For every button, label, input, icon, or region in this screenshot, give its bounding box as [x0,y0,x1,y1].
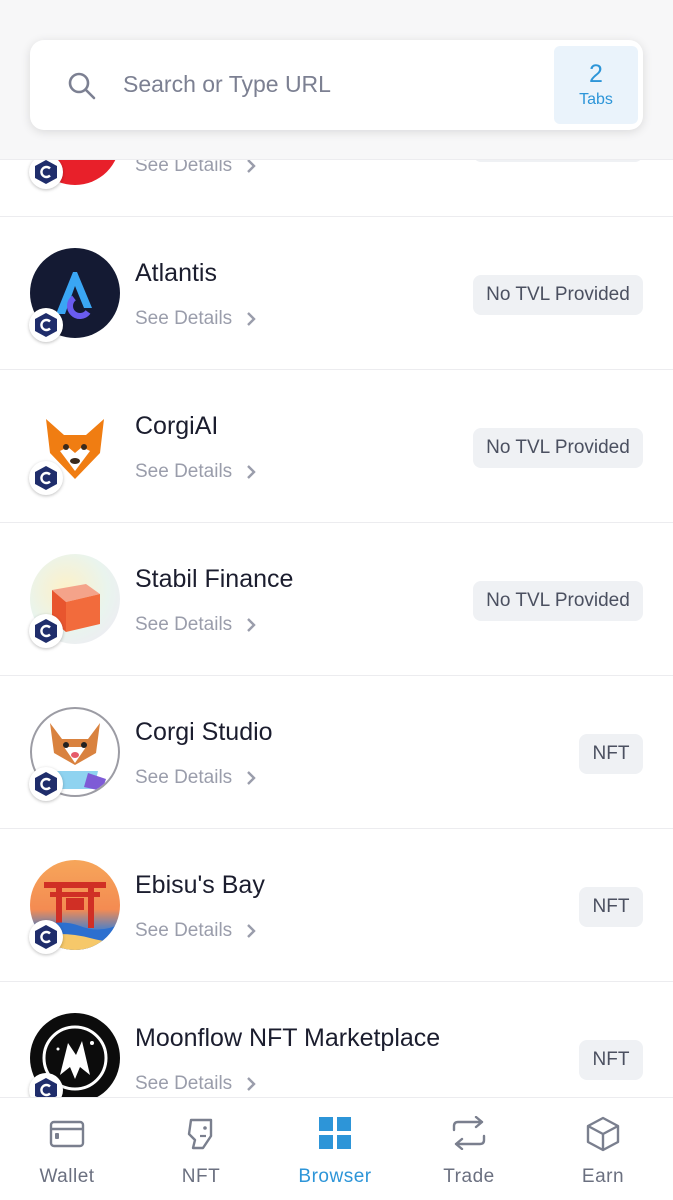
cronos-chain-icon [29,308,63,342]
dapp-name: Atlantis [135,259,217,287]
dapp-name: CorgiAI [135,412,219,440]
grid-icon [319,1117,351,1149]
header: Search or Type URL 2 Tabs [0,0,673,160]
list-item[interactable]: Atlantis See Details No TVL Provided [0,217,673,370]
cronos-chain-icon [29,461,63,495]
chevron-right-icon [247,159,256,173]
dapp-list: See Details Atlantis See Details No TVL … [0,0,673,1200]
see-details-link[interactable]: See Details [135,767,258,789]
search-bar[interactable] [30,40,643,130]
nav-earn[interactable]: Earn [536,1098,670,1200]
chevron-right-icon [247,465,256,479]
list-item[interactable]: Stabil Finance See Details No TVL Provid… [0,523,673,676]
cube-icon [586,1116,620,1152]
category-badge: NFT [579,734,643,774]
search-icon [68,72,96,100]
tabs-button[interactable]: 2 Tabs [554,46,638,124]
dapp-name: Stabil Finance [135,565,294,593]
see-details-link[interactable]: See Details [135,461,258,483]
cronos-chain-icon [29,614,63,648]
chevron-right-icon [247,924,256,938]
dapp-name: Corgi Studio [135,718,273,746]
nav-trade[interactable]: Trade [402,1098,536,1200]
see-details-link[interactable]: See Details [135,614,258,636]
tvl-badge: No TVL Provided [473,581,643,621]
nav-wallet[interactable]: Wallet [0,1098,134,1200]
chevron-right-icon [247,771,256,785]
category-badge: NFT [579,1040,643,1080]
list-item[interactable]: Ebisu's Bay See Details NFT [0,829,673,982]
dapp-name: Moonflow NFT Marketplace [135,1024,441,1052]
tvl-badge: No TVL Provided [473,275,643,315]
category-badge: NFT [579,887,643,927]
nav-browser[interactable]: Browser [268,1098,402,1200]
chevron-right-icon [247,1077,256,1091]
list-item[interactable]: Corgi Studio See Details NFT [0,676,673,829]
tabs-count: 2 [589,60,603,88]
swap-arrows-icon [452,1116,486,1150]
cronos-chain-icon [29,767,63,801]
wallet-icon [49,1120,85,1148]
chevron-right-icon [247,312,256,326]
see-details-link[interactable]: See Details [135,920,258,942]
list-item[interactable]: CorgiAI See Details No TVL Provided [0,370,673,523]
chevron-right-icon [247,618,256,632]
tvl-badge: No TVL Provided [473,428,643,468]
see-details-link[interactable]: See Details [135,1073,258,1095]
cronos-chain-icon [29,155,63,189]
see-details-link[interactable]: See Details [135,308,258,330]
nft-face-icon [187,1118,213,1150]
dapp-name: Ebisu's Bay [135,871,265,899]
tabs-label: Tabs [579,91,613,108]
search-input[interactable]: Search or Type URL [123,71,331,98]
bottom-nav: Wallet NFT Browser Trade Earn [0,1097,673,1200]
nav-nft[interactable]: NFT [134,1098,268,1200]
cronos-chain-icon [29,920,63,954]
